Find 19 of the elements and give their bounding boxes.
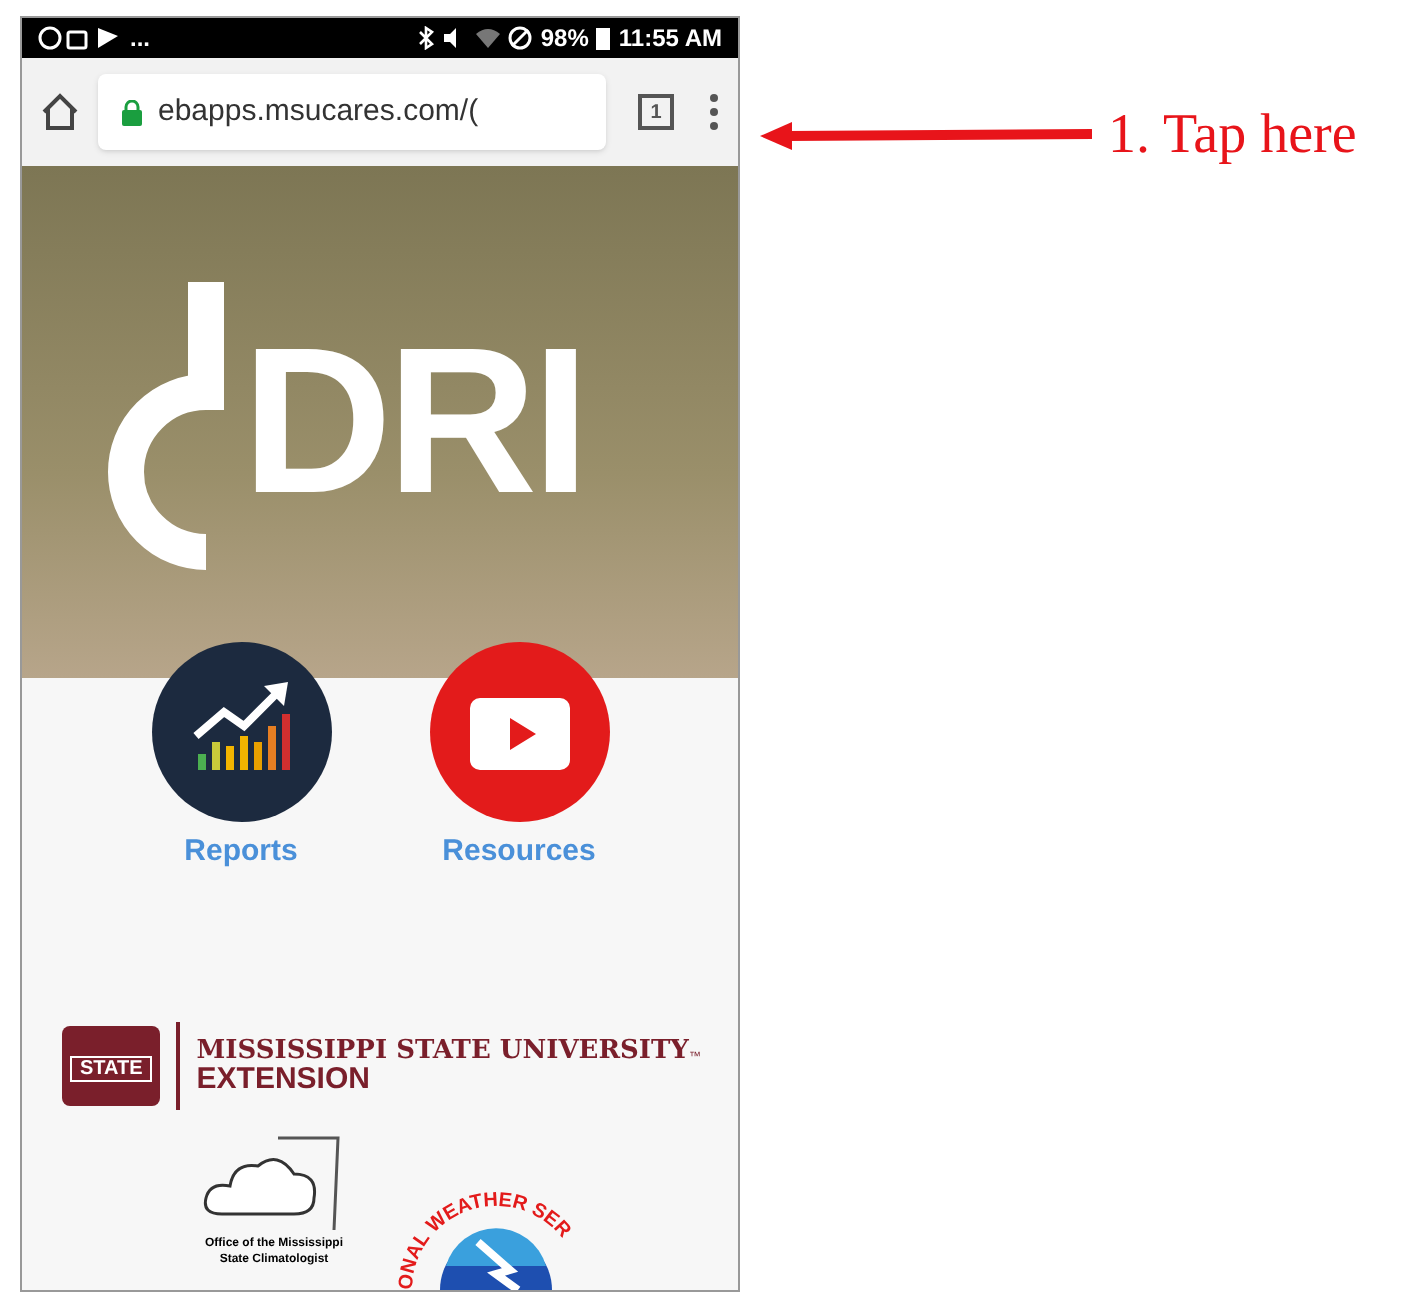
tab-switcher-button[interactable]: 1 <box>638 94 674 131</box>
battery-icon <box>596 26 611 51</box>
logo-text: DRI <box>242 317 585 526</box>
annotation-text: 1. Tap here <box>1108 102 1357 170</box>
home-icon[interactable] <box>38 90 82 135</box>
chart-icon <box>151 641 331 821</box>
notification-icons <box>38 26 122 51</box>
battery-percent: 98% <box>540 22 589 57</box>
division-name: EXTENSION <box>196 1064 372 1094</box>
university-seal: STATE <box>62 1026 161 1106</box>
url-text: ebapps.msucares.com/( <box>158 92 479 133</box>
lock-icon <box>122 99 142 126</box>
university-name: MISSISSIPPI STATE UNIVERSITY <box>196 1038 689 1064</box>
menu-icon[interactable] <box>706 92 722 133</box>
status-icons <box>416 26 533 51</box>
video-play-icon <box>429 641 609 821</box>
more-notifications: ... <box>130 22 151 57</box>
clock: 11:55 AM <box>618 22 722 57</box>
address-bar[interactable]: ebapps.msucares.com/( <box>98 74 606 151</box>
